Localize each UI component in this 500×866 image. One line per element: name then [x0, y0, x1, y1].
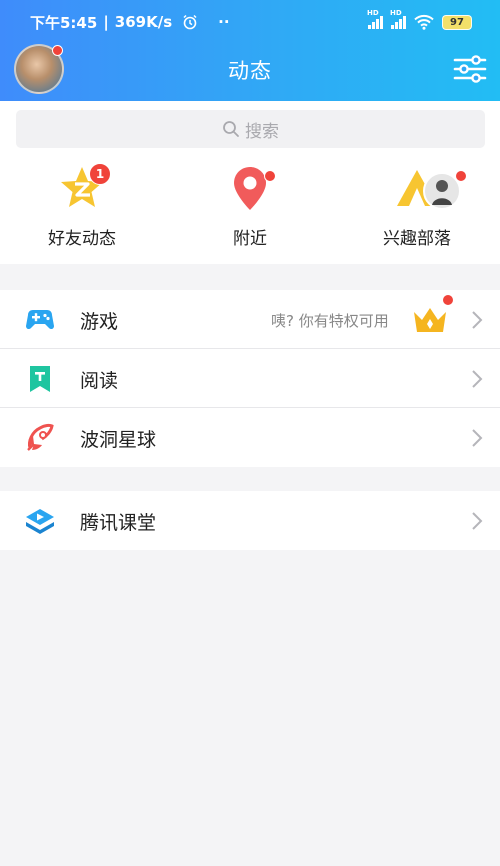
quick-action-label: 兴趣部落	[383, 229, 451, 249]
unread-count-badge: 1	[89, 163, 111, 185]
top-card: 搜索 1 好友动态 附近 兴趣部落	[0, 101, 500, 264]
menu-group-primary: 游戏 咦? 你有特权可用 阅读 波洞星球	[0, 290, 500, 467]
list-item-bodong-planet[interactable]: 波洞星球	[0, 408, 500, 467]
status-time: 下午5:45	[30, 13, 98, 32]
list-item-tencent-classroom[interactable]: 腾讯课堂	[0, 491, 500, 550]
status-separator: |	[103, 13, 109, 31]
notification-dot	[264, 170, 276, 182]
menu-group-secondary: 腾讯课堂	[0, 491, 500, 550]
list-item-label: 波洞星球	[80, 429, 157, 451]
signal-1-icon: HD	[367, 9, 383, 29]
privilege-hint: 咦? 你有特权可用	[271, 312, 389, 330]
status-bar: 下午5:45 | 369K/s ·· HD HD 97	[0, 0, 500, 44]
list-item-label: 腾讯课堂	[80, 512, 157, 534]
quick-action-friend-feed[interactable]: 1 好友动态	[22, 163, 142, 254]
chevron-right-icon	[472, 370, 483, 388]
chevron-right-icon	[472, 512, 483, 530]
chevron-right-icon	[472, 429, 483, 447]
gamepad-icon	[26, 310, 54, 330]
classroom-play-icon	[26, 509, 54, 534]
page-title: 动态	[228, 59, 272, 83]
list-item-games[interactable]: 游戏 咦? 你有特权可用	[0, 290, 500, 349]
alarm-icon	[183, 14, 197, 30]
list-item-label: 阅读	[80, 370, 119, 392]
network-speed: 369K/s	[114, 13, 173, 31]
crown-icon	[414, 308, 446, 332]
notification-dot	[455, 170, 467, 182]
quick-action-interest-tribe[interactable]: 兴趣部落	[357, 164, 477, 254]
chevron-right-icon	[472, 311, 483, 329]
search-placeholder: 搜索	[245, 121, 279, 142]
filter-settings-icon[interactable]	[453, 54, 487, 84]
signal-2-icon: HD	[390, 9, 406, 29]
bookmark-read-icon	[30, 366, 50, 392]
wifi-icon	[414, 14, 434, 30]
list-item-reading[interactable]: 阅读	[0, 349, 500, 408]
list-item-label: 游戏	[80, 311, 119, 333]
quick-action-label: 好友动态	[48, 229, 116, 249]
search-icon	[223, 121, 239, 137]
more-notifications-dots: ··	[218, 13, 230, 31]
quick-action-label: 附近	[233, 229, 267, 249]
rocket-planet-icon	[27, 423, 54, 451]
app-header: 下午5:45 | 369K/s ·· HD HD 97 动态	[0, 0, 500, 101]
battery-indicator: 97	[442, 14, 472, 30]
notification-dot	[442, 294, 454, 306]
search-input[interactable]: 搜索	[16, 110, 485, 148]
quick-action-nearby[interactable]: 附近	[190, 164, 310, 254]
